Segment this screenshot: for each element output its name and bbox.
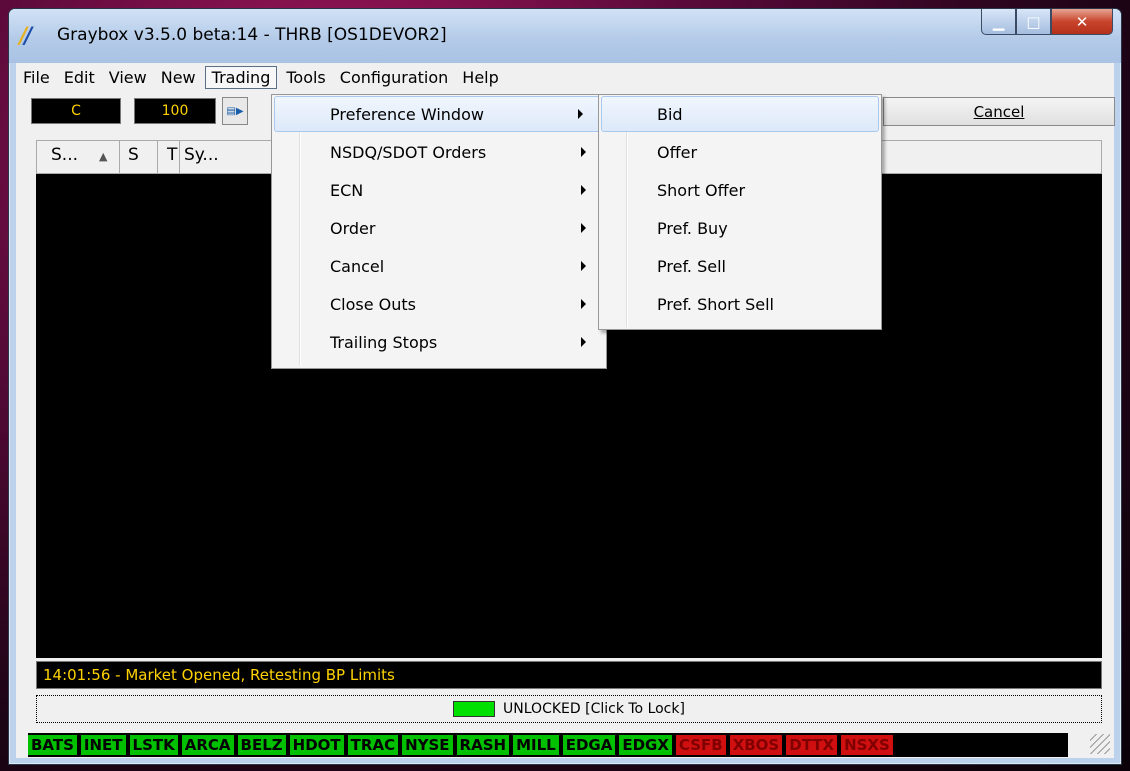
- status-message: 14:01:56 - Market Opened, Retesting BP L…: [36, 661, 1102, 689]
- minimize-button[interactable]: ▁: [981, 9, 1016, 35]
- submenu-item-offer[interactable]: Offer: [599, 133, 881, 171]
- cancel-button[interactable]: Cancel: [883, 97, 1115, 126]
- window-title: Graybox v3.5.0 beta:14 - THRB [OS1DEVOR2…: [57, 25, 447, 45]
- menu-new[interactable]: New: [154, 66, 203, 89]
- exchange-nsxs[interactable]: NSXS: [841, 735, 893, 755]
- submenu-arrow-icon: [581, 185, 586, 195]
- exchange-arca[interactable]: ARCA: [181, 735, 234, 755]
- menu-item-label: Preference Window: [330, 104, 484, 124]
- exchange-bats[interactable]: BATS: [28, 735, 77, 755]
- preference-window-submenu: Bid Offer Short Offer Pref. Buy Pref. Se…: [598, 94, 882, 330]
- submenu-arrow-icon: [581, 147, 586, 157]
- menu-item-trailing-stops[interactable]: Trailing Stops: [272, 323, 606, 361]
- submenu-item-bid[interactable]: Bid: [601, 96, 879, 132]
- menu-item-label: ECN: [330, 180, 364, 200]
- lock-status-label: UNLOCKED [Click To Lock]: [503, 701, 685, 717]
- menu-tools[interactable]: Tools: [279, 66, 332, 89]
- exchange-edgx[interactable]: EDGX: [619, 735, 672, 755]
- exchange-lstk[interactable]: LSTK: [129, 735, 178, 755]
- menu-file[interactable]: File: [16, 66, 57, 89]
- exchange-csfb[interactable]: CSFB: [675, 735, 726, 755]
- menu-item-label: Cancel: [330, 256, 385, 276]
- menu-help[interactable]: Help: [455, 66, 505, 89]
- exchange-nyse[interactable]: NYSE: [402, 735, 453, 755]
- graybox-logo-icon: //: [19, 23, 32, 49]
- exchange-hdot[interactable]: HDOT: [289, 735, 344, 755]
- lock-status-indicator: [453, 701, 496, 717]
- exchange-trac[interactable]: TRAC: [347, 735, 399, 755]
- menu-item-label: Order: [330, 218, 376, 238]
- side-field[interactable]: C: [31, 98, 121, 124]
- submenu-arrow-icon: [578, 109, 583, 119]
- file-execute-icon[interactable]: ▤▶: [222, 97, 248, 125]
- submenu-item-pref-sell[interactable]: Pref. Sell: [599, 247, 881, 285]
- col-header-2[interactable]: S: [128, 145, 139, 165]
- submenu-item-pref-short-sell[interactable]: Pref. Short Sell: [599, 285, 881, 323]
- exchange-inet[interactable]: INET: [80, 735, 126, 755]
- menu-item-close-outs[interactable]: Close Outs: [272, 285, 606, 323]
- menu-view[interactable]: View: [102, 66, 154, 89]
- sort-ascending-icon: ▲: [99, 150, 108, 163]
- maximize-button[interactable]: □: [1016, 9, 1051, 35]
- col-header-4[interactable]: Sy...: [184, 145, 219, 165]
- col-header-3[interactable]: T: [167, 145, 177, 165]
- resize-grip-icon[interactable]: [1090, 734, 1110, 754]
- menu-trading[interactable]: Trading: [204, 65, 278, 89]
- submenu-arrow-icon: [581, 223, 586, 233]
- exchange-dttx[interactable]: DTTX: [786, 735, 838, 755]
- exchange-mill[interactable]: MILL: [513, 735, 559, 755]
- menu-item-label: Trailing Stops: [330, 332, 438, 352]
- exchange-xbos[interactable]: XBOS: [729, 735, 783, 755]
- menu-bar: File Edit View New Trading Tools Configu…: [16, 63, 1114, 91]
- close-button[interactable]: ✕: [1051, 9, 1113, 35]
- lock-toggle[interactable]: UNLOCKED [Click To Lock]: [36, 695, 1102, 723]
- menu-item-ecn[interactable]: ECN: [272, 171, 606, 209]
- submenu-arrow-icon: [581, 299, 586, 309]
- menu-item-cancel[interactable]: Cancel: [272, 247, 606, 285]
- title-bar[interactable]: // Graybox v3.5.0 beta:14 - THRB [OS1DEV…: [9, 9, 1121, 63]
- submenu-arrow-icon: [581, 337, 586, 347]
- submenu-item-short-offer[interactable]: Short Offer: [599, 171, 881, 209]
- menu-item-preference-window[interactable]: Preference Window: [274, 96, 604, 132]
- menu-item-label: Close Outs: [330, 294, 417, 314]
- col-header-1[interactable]: S...: [51, 145, 78, 165]
- exchange-status-bar: BATS INET LSTK ARCA BELZ HDOT TRAC NYSE RASH MILL…: [28, 733, 1068, 757]
- submenu-item-pref-buy[interactable]: Pref. Buy: [599, 209, 881, 247]
- submenu-arrow-icon: [581, 261, 586, 271]
- menu-edit[interactable]: Edit: [57, 66, 102, 89]
- exchange-rash[interactable]: RASH: [456, 735, 510, 755]
- menu-configuration[interactable]: Configuration: [333, 66, 456, 89]
- quantity-field[interactable]: 100: [134, 98, 216, 124]
- exchange-edga[interactable]: EDGA: [562, 735, 616, 755]
- menu-item-label: NSDQ/SDOT Orders: [330, 142, 487, 162]
- menu-item-nsdq-sdot-orders[interactable]: NSDQ/SDOT Orders: [272, 133, 606, 171]
- trading-menu: Preference Window NSDQ/SDOT Orders ECN O…: [271, 94, 607, 369]
- exchange-belz[interactable]: BELZ: [237, 735, 286, 755]
- menu-item-order[interactable]: Order: [272, 209, 606, 247]
- cancel-button-label: Cancel: [973, 102, 1025, 121]
